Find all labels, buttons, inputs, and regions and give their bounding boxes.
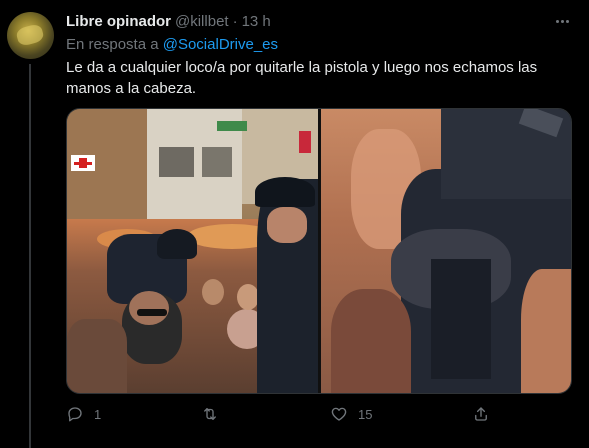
- media-image-right[interactable]: [321, 109, 571, 393]
- reply-mention[interactable]: @SocialDrive_es: [163, 36, 278, 53]
- reply-action[interactable]: 1: [66, 402, 101, 426]
- retweet-icon: [204, 408, 216, 420]
- timestamp[interactable]: 13 h: [242, 13, 271, 30]
- author-handle[interactable]: @killbet: [175, 13, 229, 30]
- reply-prefix: En resposta a: [66, 36, 159, 53]
- heart-icon: [331, 407, 347, 421]
- share-action[interactable]: [472, 402, 490, 426]
- reply-context: En resposta a @SocialDrive_es: [66, 36, 278, 53]
- more-icon: [555, 19, 559, 23]
- media-image-left[interactable]: [67, 109, 318, 393]
- like-action[interactable]: 15: [330, 402, 372, 426]
- tweet-text: Le da a cualquier loco/a por quitarle la…: [66, 59, 538, 97]
- tweet[interactable]: Libre opinador @killbet · 13 h En respos…: [0, 0, 589, 448]
- thread-line: [29, 64, 31, 448]
- reply-icon: [68, 407, 82, 422]
- reply-count: 1: [94, 406, 102, 422]
- retweet-action[interactable]: [201, 402, 229, 426]
- separator-dot: ·: [232, 13, 238, 30]
- like-count: 15: [358, 406, 373, 422]
- avatar[interactable]: [7, 12, 54, 59]
- tweet-header: Libre opinador @killbet · 13 h: [66, 13, 271, 31]
- share-icon: [475, 407, 487, 421]
- author-name[interactable]: Libre opinador: [66, 13, 171, 30]
- tweet-media[interactable]: [66, 108, 572, 394]
- more-button[interactable]: [551, 11, 573, 31]
